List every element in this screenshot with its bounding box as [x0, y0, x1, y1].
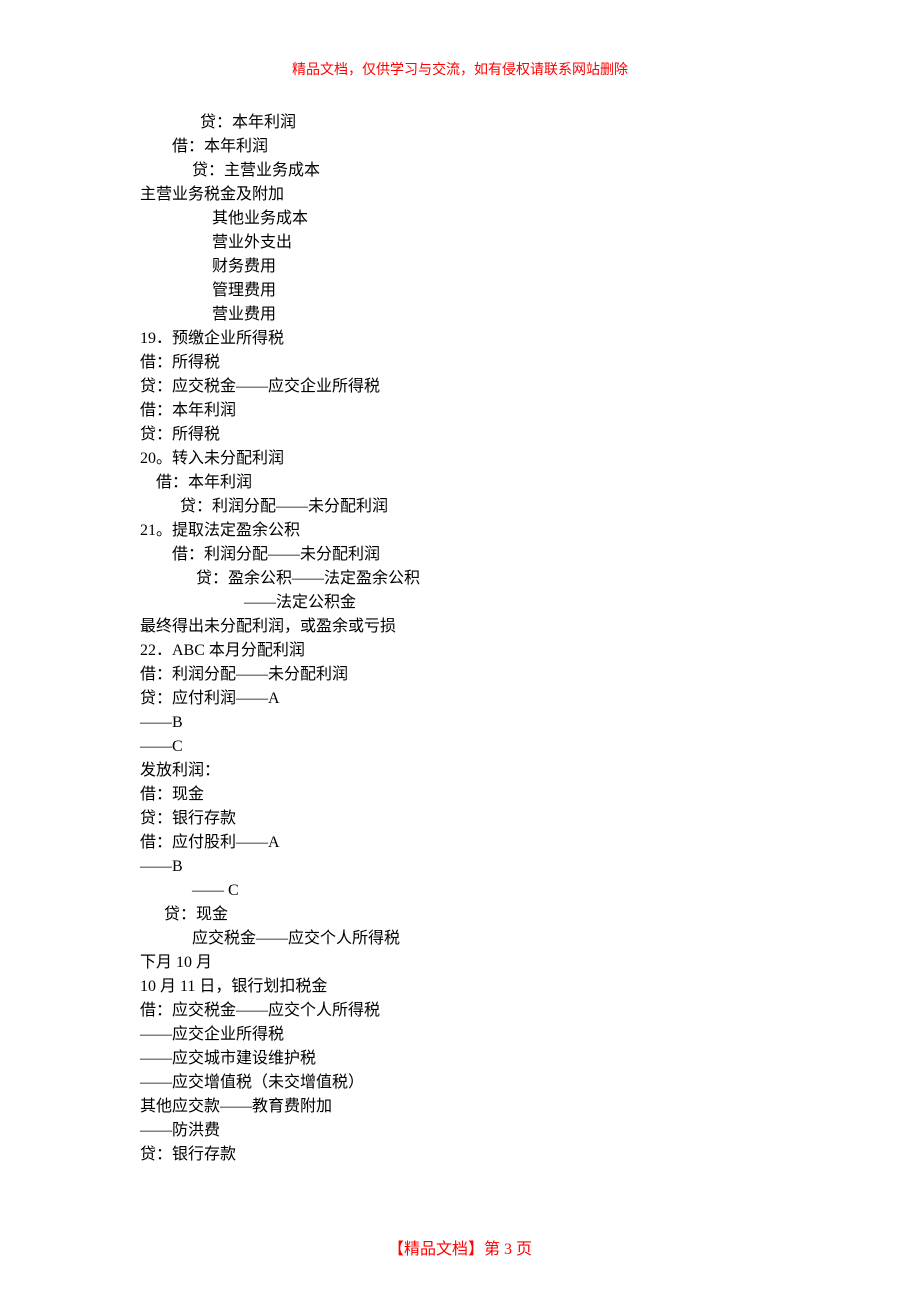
content-line: 最终得出未分配利润，或盈余或亏损 [140, 615, 780, 639]
content-line: 21。提取法定盈余公积 [140, 519, 780, 543]
content-line: 其他业务成本 [140, 207, 780, 231]
content-line: 营业费用 [140, 303, 780, 327]
content-line: ——法定公积金 [140, 591, 780, 615]
content-line: 借：本年利润 [140, 399, 780, 423]
content-line: 借：现金 [140, 783, 780, 807]
content-line: 贷：现金 [140, 903, 780, 927]
document-footer: 【精品文档】第 3 页 [0, 1238, 920, 1262]
content-line: ——应交企业所得税 [140, 1023, 780, 1047]
content-line: 10 月 11 日，银行划扣税金 [140, 975, 780, 999]
footer-text: 【精品文档】第 3 页 [388, 1241, 532, 1258]
content-line: 贷：盈余公积——法定盈余公积 [140, 567, 780, 591]
content-line: 20。转入未分配利润 [140, 447, 780, 471]
content-line: 借：应交税金——应交个人所得税 [140, 999, 780, 1023]
content-line: 下月 10 月 [140, 951, 780, 975]
content-line: 贷：本年利润 [140, 111, 780, 135]
content-line: 借：所得税 [140, 351, 780, 375]
content-line: 财务费用 [140, 255, 780, 279]
content-line: ——应交增值税（未交增值税） [140, 1071, 780, 1095]
content-line: 贷：主营业务成本 [140, 159, 780, 183]
content-line: ——C [140, 735, 780, 759]
content-line: 主营业务税金及附加 [140, 183, 780, 207]
content-line: 借：利润分配——未分配利润 [140, 543, 780, 567]
content-line: 借：本年利润 [140, 135, 780, 159]
content-line: 贷：所得税 [140, 423, 780, 447]
content-line: ——B [140, 855, 780, 879]
content-line: 借：利润分配——未分配利润 [140, 663, 780, 687]
content-line: 贷：利润分配——未分配利润 [140, 495, 780, 519]
content-line: 贷：银行存款 [140, 807, 780, 831]
content-line: 贷：应付利润——A [140, 687, 780, 711]
content-line: 营业外支出 [140, 231, 780, 255]
content-line: 贷：应交税金——应交企业所得税 [140, 375, 780, 399]
content-line: 发放利润： [140, 759, 780, 783]
content-line: 22．ABC 本月分配利润 [140, 639, 780, 663]
content-line: 贷：银行存款 [140, 1143, 780, 1167]
content-line: —— C [140, 879, 780, 903]
content-line: ——应交城市建设维护税 [140, 1047, 780, 1071]
document-content: 贷：本年利润 借：本年利润 贷：主营业务成本 主营业务税金及附加 其他业务成本 … [140, 111, 780, 1167]
content-line: 其他应交款——教育费附加 [140, 1095, 780, 1119]
content-line: 应交税金——应交个人所得税 [140, 927, 780, 951]
content-line: ——B [140, 711, 780, 735]
header-text: 精品文档，仅供学习与交流，如有侵权请联系网站删除 [292, 63, 628, 78]
content-line: 借：应付股利——A [140, 831, 780, 855]
content-line: ——防洪费 [140, 1119, 780, 1143]
content-line: 管理费用 [140, 279, 780, 303]
document-header: 精品文档，仅供学习与交流，如有侵权请联系网站删除 [140, 60, 780, 81]
content-line: 借：本年利润 [140, 471, 780, 495]
content-line: 19．预缴企业所得税 [140, 327, 780, 351]
